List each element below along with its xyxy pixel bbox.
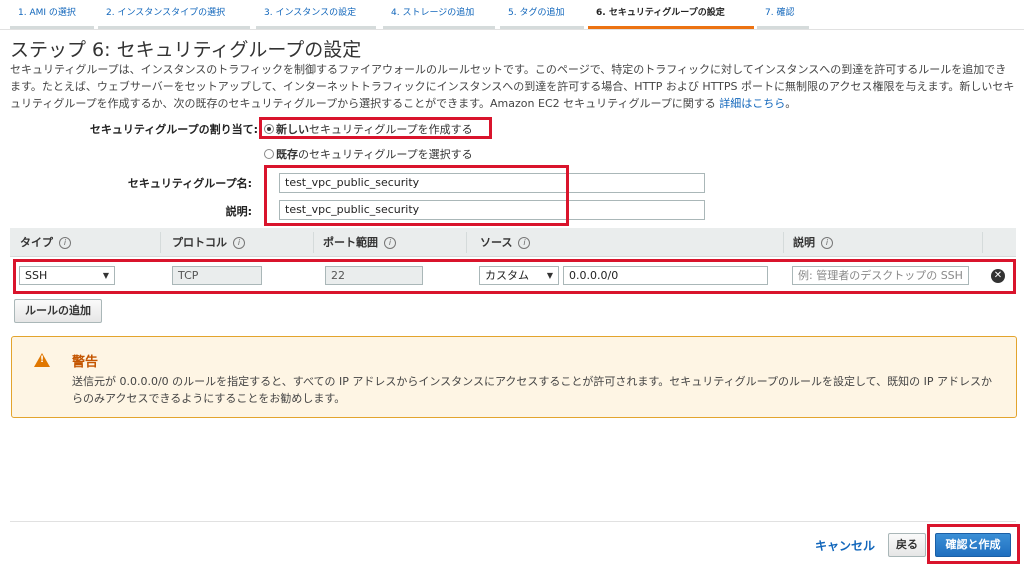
warning-panel: ! 警告 送信元が 0.0.0.0/0 のルールを指定すると、すべての IP ア… <box>11 336 1017 418</box>
radio-new-security-group[interactable]: 新しい セキュリティグループを作成する <box>264 121 473 137</box>
radio-selected-icon[interactable] <box>264 124 274 134</box>
step-ami[interactable]: 1. AMI の選択 <box>10 0 94 29</box>
learn-more-link[interactable]: 詳細はこちら <box>719 97 785 110</box>
intro-end: 。 <box>785 97 797 110</box>
rules-table-header: タイプ i プロトコル i ポート範囲 i ソース i 説明 i <box>10 228 1016 257</box>
step-configure-instance[interactable]: 3. インスタンスの設定 <box>256 0 376 29</box>
add-rule-button[interactable]: ルールの追加 <box>14 299 102 323</box>
info-icon[interactable]: i <box>233 237 245 249</box>
col-divider <box>313 232 314 253</box>
page-description: セキュリティグループは、インスタンスのトラフィックを制御するファイアウォールのル… <box>10 61 1015 112</box>
col-divider <box>982 232 983 253</box>
step-security-group[interactable]: 6. セキュリティグループの設定 <box>588 0 754 29</box>
cancel-button[interactable]: キャンセル <box>815 537 875 554</box>
step-instance-type[interactable]: 2. インスタンスタイプの選択 <box>98 0 250 29</box>
radio-new-label: セキュリティグループを作成する <box>309 123 473 136</box>
source-mode-select[interactable]: カスタム ▼ <box>479 266 559 285</box>
radio-existing-label: のセキュリティグループを選択する <box>298 148 473 161</box>
radio-unselected-icon[interactable] <box>264 149 274 159</box>
info-icon[interactable]: i <box>59 237 71 249</box>
chevron-down-icon: ▼ <box>102 271 109 280</box>
step-add-tags[interactable]: 5. タグの追加 <box>500 0 584 29</box>
page-title: ステップ 6: セキュリティグループの設定 <box>10 39 362 61</box>
col-divider <box>783 232 784 253</box>
step-add-storage[interactable]: 4. ストレージの追加 <box>383 0 495 29</box>
rule-description-input[interactable]: 例: 管理者のデスクトップの SSH <box>792 266 969 285</box>
col-port-range: ポート範囲 i <box>323 228 396 257</box>
warning-triangle-icon: ! <box>34 353 50 367</box>
radio-new-bold: 新しい <box>276 123 309 136</box>
info-icon[interactable]: i <box>384 237 396 249</box>
col-protocol: プロトコル i <box>172 228 245 257</box>
chevron-down-icon: ▼ <box>546 271 553 280</box>
warning-text: 送信元が 0.0.0.0/0 のルールを指定すると、すべての IP アドレスから… <box>72 375 992 405</box>
security-group-name-label: セキュリティグループ名: <box>127 177 252 190</box>
footer-divider <box>10 521 1016 522</box>
security-group-name-input[interactable]: test_vpc_public_security <box>279 173 705 193</box>
assign-security-group-label: セキュリティグループの割り当て: <box>89 123 258 136</box>
review-and-launch-button[interactable]: 確認と作成 <box>935 533 1011 557</box>
port-range-field: 22 <box>325 266 423 285</box>
info-icon[interactable]: i <box>518 237 531 249</box>
back-button[interactable]: 戻る <box>888 533 926 557</box>
type-select[interactable]: SSH ▼ <box>19 266 115 285</box>
intro-text: セキュリティグループは、インスタンスのトラフィックを制御するファイアウォールのル… <box>10 63 1015 110</box>
warning-title: 警告 <box>72 355 99 370</box>
radio-existing-security-group[interactable]: 既存 のセキュリティグループを選択する <box>264 146 473 162</box>
info-icon[interactable]: i <box>821 237 833 249</box>
col-source: ソース i <box>480 228 531 257</box>
col-divider <box>160 232 161 253</box>
col-description: 説明 i <box>793 228 833 257</box>
security-group-description-input[interactable]: test_vpc_public_security <box>279 200 705 220</box>
col-type: タイプ i <box>20 228 71 257</box>
radio-existing-bold: 既存 <box>276 148 298 161</box>
remove-circle-icon[interactable]: ✕ <box>991 269 1005 283</box>
step-review[interactable]: 7. 確認 <box>757 0 809 29</box>
source-cidr-input[interactable]: 0.0.0.0/0 <box>563 266 768 285</box>
col-divider <box>466 232 467 253</box>
wizard-steps: 1. AMI の選択 2. インスタンスタイプの選択 3. インスタンスの設定 … <box>0 0 1024 30</box>
protocol-field: TCP <box>172 266 262 285</box>
security-group-description-label: 説明: <box>225 205 252 218</box>
